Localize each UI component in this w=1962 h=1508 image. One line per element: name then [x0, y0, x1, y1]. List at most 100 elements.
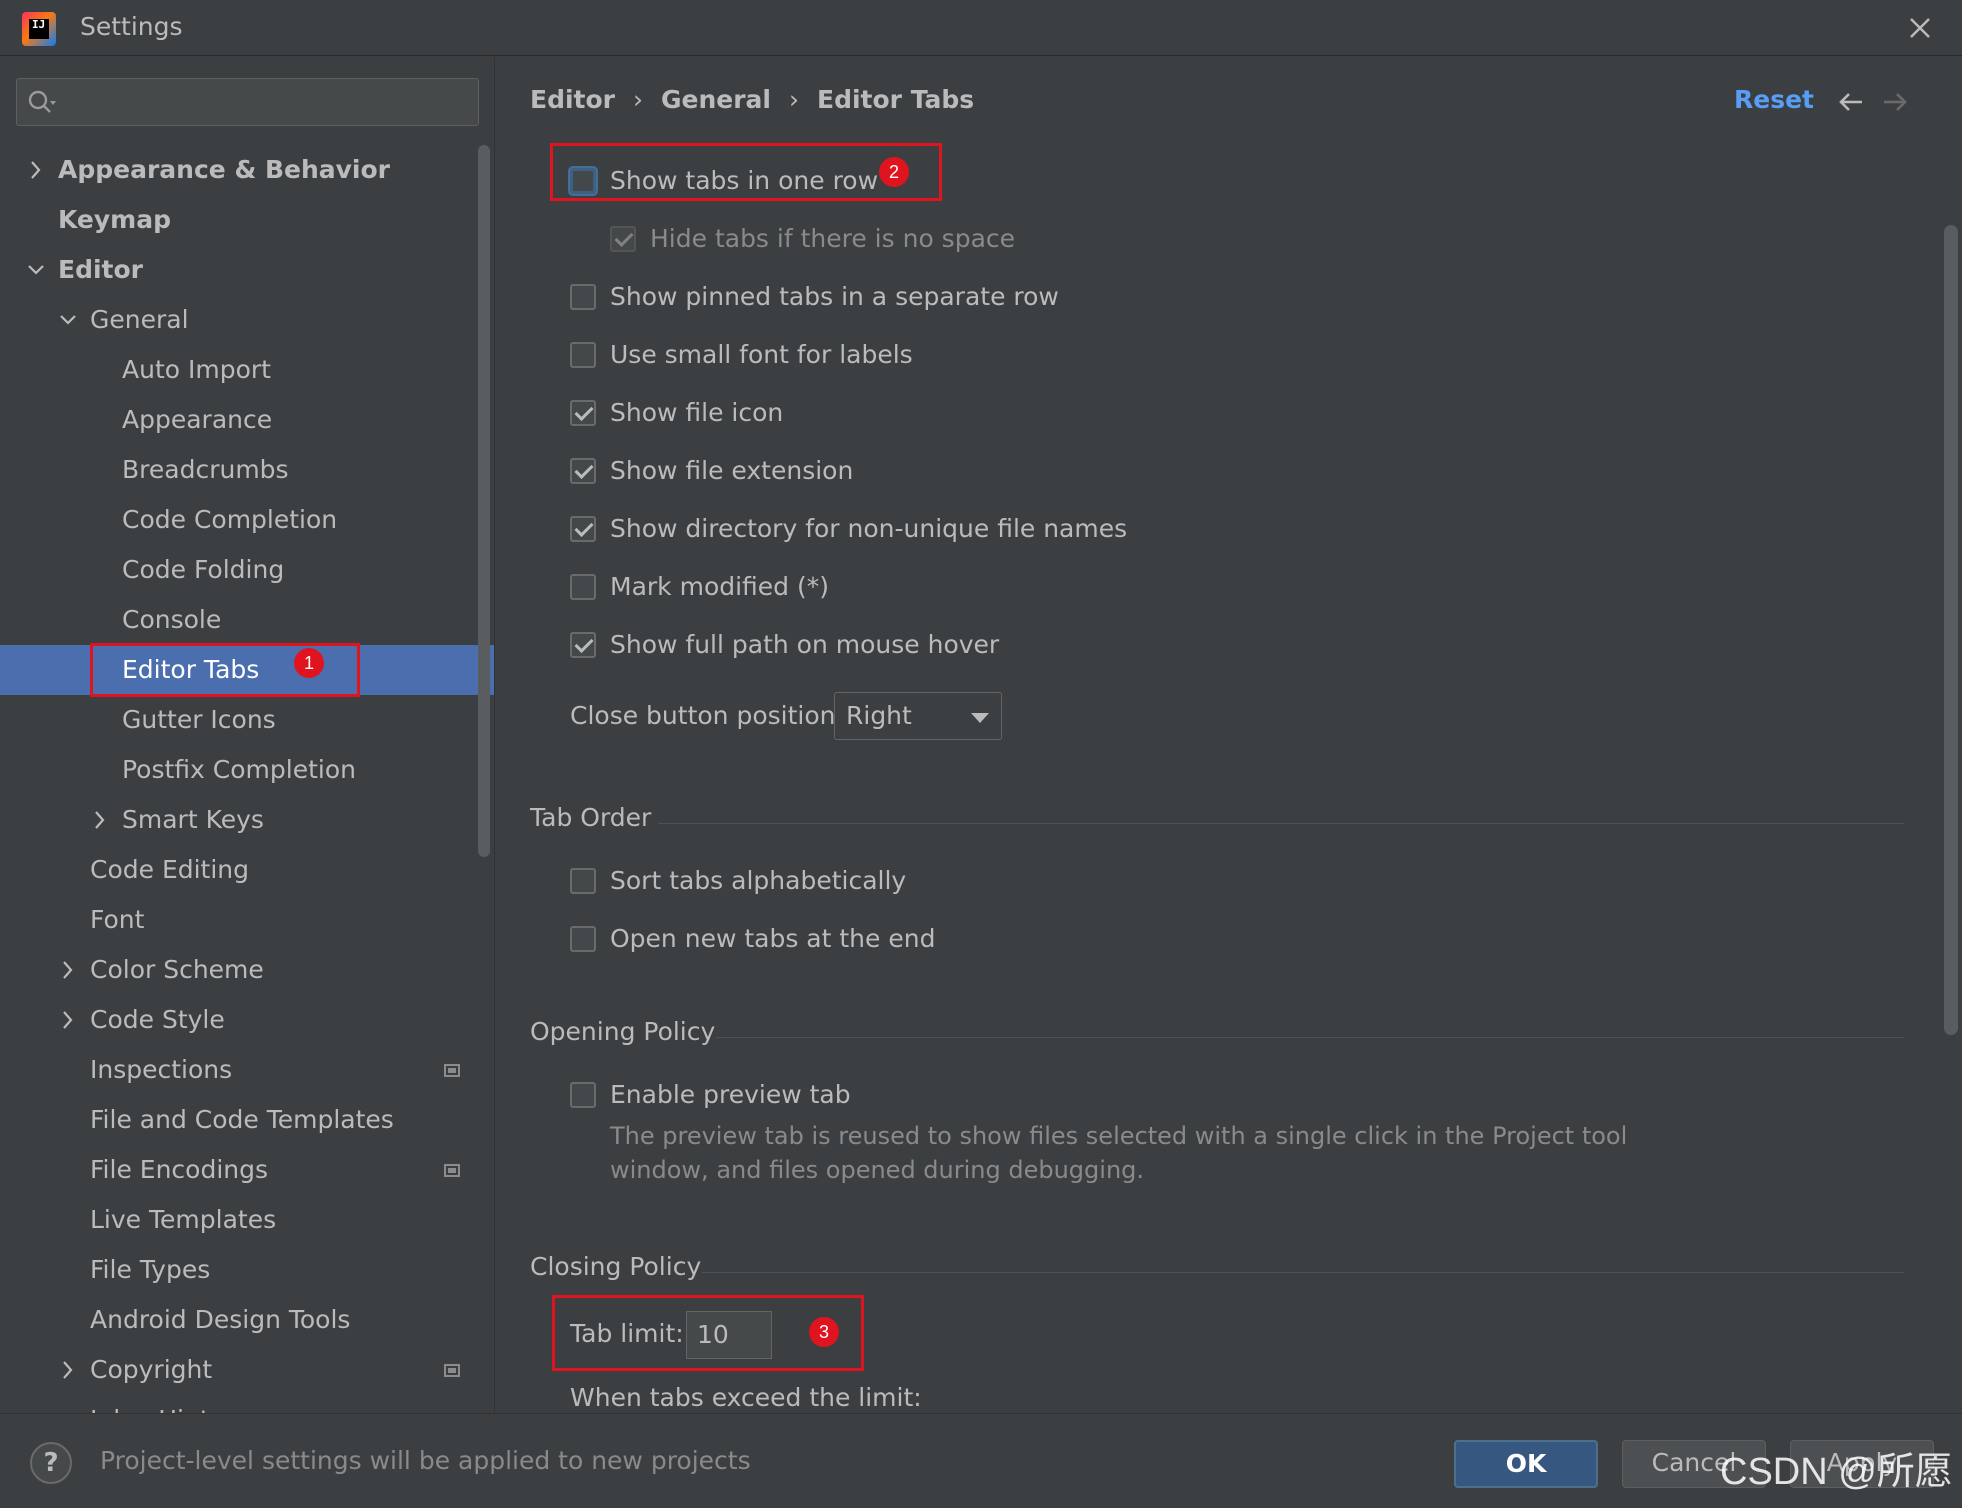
content-scrollbar[interactable]	[1944, 225, 1958, 1035]
checkbox-box[interactable]	[570, 458, 596, 484]
sidebar-item-label: Font	[90, 905, 145, 934]
sidebar-item-label: General	[90, 305, 189, 334]
sidebar-item-gutter-icons[interactable]: Gutter Icons	[0, 695, 494, 745]
checkbox-box[interactable]	[570, 284, 596, 310]
breadcrumb-separator: ›	[789, 85, 799, 114]
sidebar-item-label: Console	[122, 605, 222, 634]
sidebar-item-label: Editor	[58, 255, 143, 284]
settings-sidebar: Appearance & Behavior Keymap Editor General…	[0, 57, 495, 1413]
chevron-right-icon[interactable]	[26, 159, 46, 181]
checkbox-box[interactable]	[570, 1082, 596, 1108]
sidebar-item-inlay-hints[interactable]: Inlay Hints	[0, 1395, 494, 1413]
checkbox-box[interactable]	[610, 226, 636, 252]
sidebar-item-android-design-tools[interactable]: Android Design Tools	[0, 1295, 494, 1345]
sidebar-scrollbar[interactable]	[478, 145, 490, 857]
sidebar-item-console[interactable]: Console	[0, 595, 494, 645]
close-icon[interactable]	[1902, 10, 1938, 46]
sidebar-item-label: File Encodings	[90, 1155, 269, 1184]
exceed-limit-label: When tabs exceed the limit:	[570, 1383, 922, 1412]
checkbox-box[interactable]	[570, 342, 596, 368]
preview-tab-hint: The preview tab is reused to show files …	[610, 1119, 1627, 1187]
checkbox-label: Use small font for labels	[610, 340, 913, 369]
chevron-down-icon[interactable]	[26, 259, 46, 281]
search-icon	[28, 90, 56, 113]
sidebar-item-editor[interactable]: Editor	[0, 245, 494, 295]
sidebar-item-code-style[interactable]: Code Style	[0, 995, 494, 1045]
chevron-down-icon	[971, 713, 989, 723]
sidebar-item-keymap[interactable]: Keymap	[0, 195, 494, 245]
sidebar-item-file-and-code-templates[interactable]: File and Code Templates	[0, 1095, 494, 1145]
reset-link[interactable]: Reset	[1734, 85, 1814, 114]
ok-button[interactable]: OK	[1454, 1440, 1598, 1488]
sidebar-item-live-templates[interactable]: Live Templates	[0, 1195, 494, 1245]
sidebar-item-inspections[interactable]: Inspections	[0, 1045, 494, 1095]
sidebar-item-label: Inlay Hints	[90, 1395, 223, 1413]
breadcrumb-editor[interactable]: Editor	[530, 85, 615, 114]
section-title: Closing Policy	[530, 1252, 702, 1281]
sidebar-item-label: Inspections	[90, 1055, 233, 1084]
sidebar-item-label: Code Folding	[122, 555, 285, 584]
sidebar-item-label: Code Editing	[90, 855, 250, 884]
sidebar-item-label: Postfix Completion	[122, 755, 356, 784]
sidebar-item-color-scheme[interactable]: Color Scheme	[0, 945, 494, 995]
chevron-right-icon[interactable]	[58, 959, 78, 981]
settings-search-input[interactable]	[16, 78, 479, 126]
annotation-badge-2: 2	[879, 157, 909, 187]
sidebar-item-label: Live Templates	[90, 1205, 277, 1234]
sidebar-item-code-folding[interactable]: Code Folding	[0, 545, 494, 595]
chevron-right-icon[interactable]	[90, 809, 110, 831]
sidebar-item-label: Code Style	[90, 1005, 225, 1034]
checkbox-box[interactable]	[570, 574, 596, 600]
checkbox-label: Show directory for non-unique file names	[610, 514, 1128, 543]
sidebar-item-file-types[interactable]: File Types	[0, 1245, 494, 1295]
sidebar-item-file-encodings[interactable]: File Encodings	[0, 1145, 494, 1195]
dropdown-value: Right	[846, 701, 912, 730]
sidebar-item-label: Breadcrumbs	[122, 455, 289, 484]
breadcrumb-general[interactable]: General	[661, 85, 771, 114]
annotation-badge-1: 1	[294, 648, 324, 678]
checkbox-box[interactable]	[570, 868, 596, 894]
checkbox-label: Open new tabs at the end	[610, 924, 936, 953]
section-divider	[658, 823, 1904, 824]
sidebar-item-general[interactable]: General	[0, 295, 494, 345]
dialog-footer: ? Project-level settings will be applied…	[0, 1413, 1962, 1508]
sidebar-item-postfix-completion[interactable]: Postfix Completion	[0, 745, 494, 795]
section-divider	[716, 1037, 1904, 1038]
sidebar-item-label: Keymap	[58, 205, 172, 234]
checkbox-box[interactable]	[570, 926, 596, 952]
sidebar-item-code-completion[interactable]: Code Completion	[0, 495, 494, 545]
checkbox-label: Sort tabs alphabetically	[610, 866, 907, 895]
sidebar-item-label: File Types	[90, 1255, 211, 1284]
sidebar-item-copyright[interactable]: Copyright	[0, 1345, 494, 1395]
annotation-badge-3: 3	[809, 1317, 839, 1347]
sidebar-item-auto-import[interactable]: Auto Import	[0, 345, 494, 395]
chevron-right-icon[interactable]	[58, 1009, 78, 1031]
sidebar-item-label: Android Design Tools	[90, 1305, 351, 1334]
intellij-app-icon: IJ	[22, 12, 56, 46]
checkbox-box[interactable]	[570, 516, 596, 542]
sidebar-item-label: Smart Keys	[122, 805, 264, 834]
chevron-down-icon[interactable]	[58, 309, 78, 331]
sidebar-item-font[interactable]: Font	[0, 895, 494, 945]
sidebar-item-label: Color Scheme	[90, 955, 264, 984]
sidebar-item-label: Appearance & Behavior	[58, 155, 390, 184]
forward-arrow-icon[interactable]	[1880, 87, 1910, 117]
sidebar-item-breadcrumbs[interactable]: Breadcrumbs	[0, 445, 494, 495]
breadcrumb: Editor › General › Editor Tabs	[530, 85, 974, 114]
sidebar-item-code-editing[interactable]: Code Editing	[0, 845, 494, 895]
checkbox-box[interactable]	[570, 632, 596, 658]
checkbox-label: Show full path on mouse hover	[610, 630, 1000, 659]
close-button-position-dropdown[interactable]: Right	[834, 692, 1002, 740]
checkbox-label: Show file icon	[610, 398, 784, 427]
help-button[interactable]: ?	[30, 1442, 72, 1484]
section-divider	[702, 1272, 1904, 1273]
sidebar-item-appearance-behavior[interactable]: Appearance & Behavior	[0, 145, 494, 195]
sidebar-item-smart-keys[interactable]: Smart Keys	[0, 795, 494, 845]
hint-line: window, and files opened during debuggin…	[610, 1156, 1145, 1184]
chevron-right-icon[interactable]	[58, 1359, 78, 1381]
checkbox-box[interactable]	[570, 400, 596, 426]
footer-message: Project-level settings will be applied t…	[100, 1446, 751, 1475]
checkbox-label: Mark modified (*)	[610, 572, 830, 601]
back-arrow-icon[interactable]	[1836, 87, 1866, 117]
sidebar-item-appearance[interactable]: Appearance	[0, 395, 494, 445]
